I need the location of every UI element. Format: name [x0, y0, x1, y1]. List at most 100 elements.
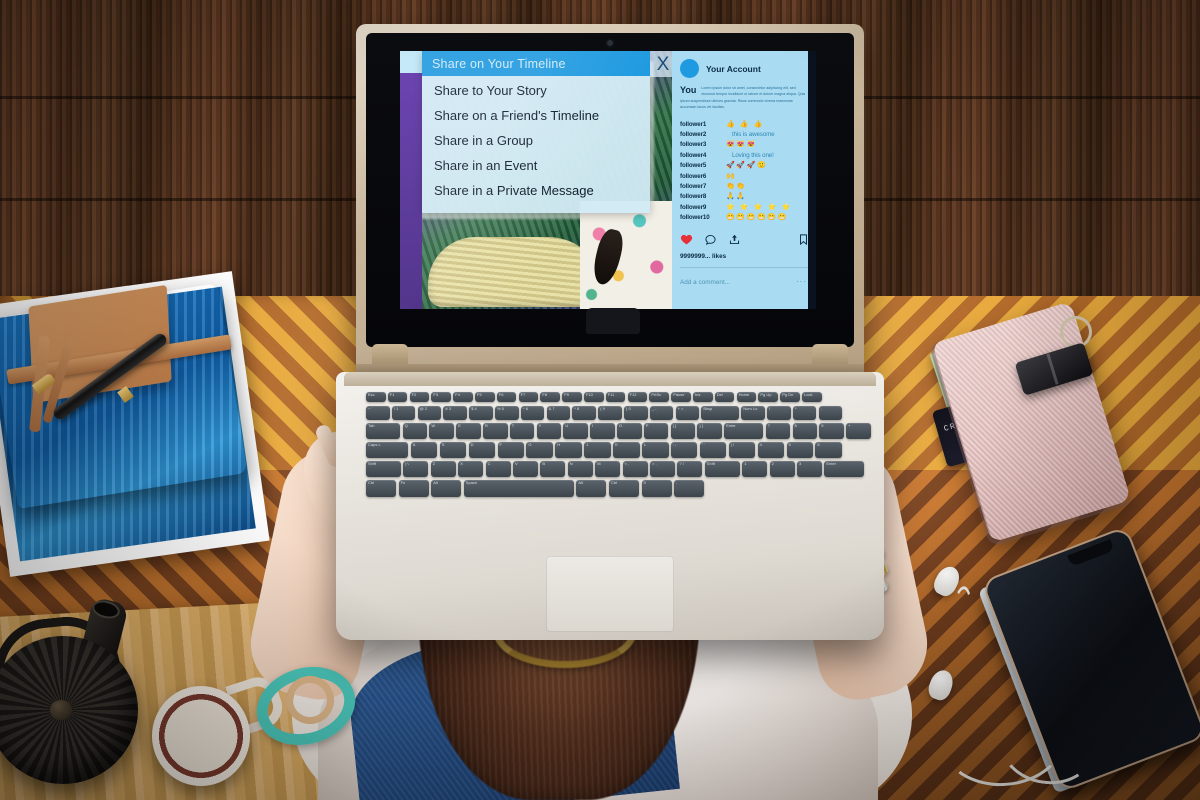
key-b[interactable]: B: [540, 461, 566, 477]
key-f[interactable]: F: [497, 442, 524, 458]
key-e[interactable]: E: [456, 423, 481, 439]
key-v[interactable]: V: [513, 461, 538, 477]
key-7[interactable]: 7: [765, 423, 791, 439]
key-z[interactable]: Z: [430, 461, 456, 477]
key-j[interactable]: J: [584, 442, 611, 458]
key-h[interactable]: H: [555, 442, 582, 458]
key-alt[interactable]: Alt: [431, 480, 462, 497]
key-6[interactable]: ^ 6: [520, 406, 545, 420]
key-5[interactable]: 5: [786, 442, 813, 458]
comment-user[interactable]: follower10: [680, 214, 720, 221]
share-arrow-icon[interactable]: [728, 233, 741, 246]
key-fn[interactable]: Fn: [398, 480, 429, 497]
key-[interactable]: .: [674, 480, 705, 497]
key-4[interactable]: $ 4: [469, 406, 493, 420]
key-2[interactable]: 2: [769, 461, 795, 477]
key-d[interactable]: D: [468, 442, 496, 458]
key-[interactable]: | \: [728, 442, 756, 458]
key-a[interactable]: A: [410, 442, 438, 458]
key-3[interactable]: 3: [797, 461, 822, 477]
key-caps-lock[interactable]: Caps L: [366, 442, 409, 458]
key-[interactable]: | \: [403, 461, 429, 477]
key-del[interactable]: Del: [714, 392, 735, 402]
key-4[interactable]: 4: [757, 442, 785, 458]
key-0[interactable]: 0: [641, 480, 672, 497]
key-ctrl[interactable]: Ctrl: [366, 480, 396, 497]
key-[interactable]: " ': [699, 442, 727, 458]
key-shift[interactable]: Shift: [366, 461, 401, 477]
key-enter[interactable]: Enter: [724, 423, 764, 439]
key-[interactable]: ~ `: [366, 406, 390, 420]
like-heart-icon[interactable]: [680, 233, 693, 246]
key-o[interactable]: O: [617, 423, 642, 439]
key-pg-up[interactable]: Pg Up: [758, 392, 778, 402]
key-f3[interactable]: F3: [431, 392, 451, 402]
key-home[interactable]: Home: [736, 392, 757, 402]
key-f11[interactable]: F11: [605, 392, 626, 402]
key-m[interactable]: M: [595, 461, 621, 477]
key-[interactable]: : ;: [670, 442, 698, 458]
key-shift[interactable]: Shift: [704, 461, 740, 477]
trackpad[interactable]: [546, 556, 674, 632]
key-5[interactable]: % 5: [495, 406, 519, 420]
key-f1[interactable]: F1: [387, 392, 408, 402]
add-comment-input[interactable]: Add a comment...: [680, 279, 730, 286]
key-prtsc-sysrq[interactable]: PrtSc: [649, 392, 669, 402]
key-num-lock[interactable]: Num Lo: [741, 406, 765, 420]
share-option-friend-timeline[interactable]: Share on a Friend's Timeline: [434, 108, 599, 123]
key-[interactable]: *: [792, 406, 817, 420]
key-u[interactable]: U: [563, 423, 588, 439]
key-9[interactable]: ( 9: [598, 406, 622, 420]
key-[interactable]: +: [846, 423, 871, 439]
key-esc[interactable]: Esc: [366, 392, 386, 402]
key-k[interactable]: K: [613, 442, 640, 458]
key-2[interactable]: @ 2: [417, 406, 442, 420]
key-7[interactable]: & 7: [546, 406, 571, 420]
share-option-group[interactable]: Share in a Group: [434, 133, 533, 148]
key-pause-break[interactable]: Pause: [671, 392, 691, 402]
key-9[interactable]: 9: [819, 423, 844, 439]
key-[interactable]: { [: [670, 423, 696, 439]
share-option-story[interactable]: Share to Your Story: [434, 83, 547, 98]
key-6[interactable]: 6: [815, 442, 842, 458]
close-icon[interactable]: X: [652, 54, 674, 76]
more-options-icon[interactable]: ···: [796, 277, 807, 286]
key-[interactable]: _ -: [649, 406, 674, 420]
key-q[interactable]: Q: [402, 423, 428, 439]
key-f5[interactable]: F5: [475, 392, 495, 402]
key-[interactable]: + =: [675, 406, 700, 420]
key-f2[interactable]: F2: [409, 392, 430, 402]
comment-user[interactable]: follower6: [680, 173, 720, 180]
key-8[interactable]: * 8: [572, 406, 596, 420]
key-f4[interactable]: F4: [453, 392, 473, 402]
key-w[interactable]: W: [429, 423, 454, 439]
key-s[interactable]: S: [439, 442, 467, 458]
key-8[interactable]: 8: [792, 423, 817, 439]
key-n[interactable]: N: [567, 461, 593, 477]
key-[interactable]: > .: [650, 461, 675, 477]
key-i[interactable]: I: [590, 423, 615, 439]
key-enter[interactable]: Enter: [824, 461, 865, 477]
key-pg-dn[interactable]: Pg Dn: [780, 392, 800, 402]
key-[interactable]: ? /: [677, 461, 703, 477]
comment-user[interactable]: follower8: [680, 193, 720, 200]
comment-user[interactable]: follower9: [680, 204, 720, 211]
key-1[interactable]: ! 1: [391, 406, 416, 420]
comment-user[interactable]: follower1: [680, 121, 720, 128]
key-bksp[interactable]: Bksp: [701, 406, 739, 420]
share-option-event[interactable]: Share in an Event: [434, 158, 537, 173]
key-l[interactable]: L: [642, 442, 669, 458]
comment-user[interactable]: follower5: [680, 162, 720, 169]
key-f9[interactable]: F9: [562, 392, 582, 402]
key-[interactable]: } ]: [697, 423, 722, 439]
share-option-private-message[interactable]: Share in a Private Message: [434, 183, 594, 198]
key-f10[interactable]: F10: [584, 392, 604, 402]
comment-user[interactable]: follower3: [680, 141, 720, 148]
key-alt[interactable]: Alt: [576, 480, 607, 497]
key-f6[interactable]: F6: [496, 392, 517, 402]
avatar[interactable]: [680, 59, 699, 78]
key-f8[interactable]: F8: [540, 392, 560, 402]
key-g[interactable]: G: [526, 442, 553, 458]
key-x[interactable]: X: [458, 461, 484, 477]
key-t[interactable]: T: [509, 423, 535, 439]
